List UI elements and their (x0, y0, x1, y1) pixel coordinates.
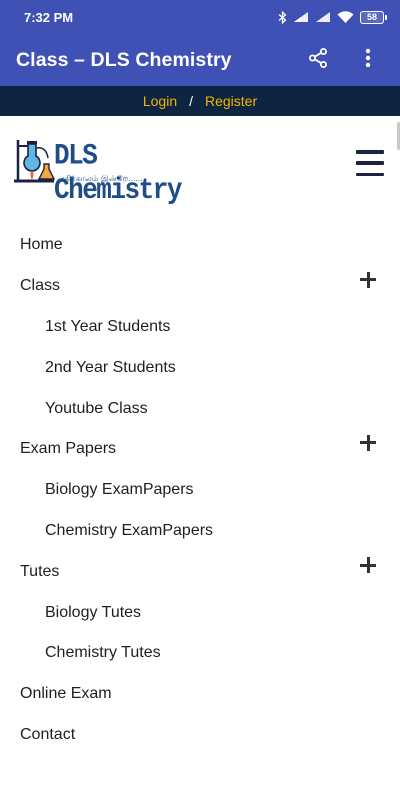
site-header: DLS Chemistry எதிர்காலம் இன்றே...... (0, 116, 400, 210)
login-link[interactable]: Login (143, 93, 177, 109)
more-options-button[interactable] (352, 40, 384, 80)
menu-item-contact[interactable]: Contact (0, 715, 400, 756)
logo-tagline: எதிர்காலம் இன்றே...... (58, 174, 143, 183)
share-button[interactable] (302, 40, 334, 80)
menu-item-label: 2nd Year Students (45, 358, 176, 376)
share-icon (307, 47, 329, 74)
menu-item-home[interactable]: Home (0, 225, 400, 266)
menu-bar (356, 150, 384, 154)
more-vert-icon (365, 48, 371, 73)
status-icons: 58 (278, 10, 387, 24)
plus-icon[interactable] (358, 433, 378, 453)
menu-item-online-exam[interactable]: Online Exam (0, 674, 400, 715)
menu-item-chemistry-tutes[interactable]: Chemistry Tutes (0, 633, 400, 674)
app-title: Class – DLS Chemistry (16, 48, 232, 71)
menu-item-biology-exampapers[interactable]: Biology ExamPapers (0, 470, 400, 511)
menu-item-label: Biology Tutes (45, 603, 142, 621)
menu-item-label: Contact (20, 725, 76, 743)
auth-separator: / (189, 93, 193, 109)
auth-strip: Login / Register (0, 86, 400, 116)
menu-item-class[interactable]: Class (0, 266, 400, 307)
menu-item-exam-papers[interactable]: Exam Papers (0, 429, 400, 470)
menu-item-label: Class (20, 277, 61, 295)
menu-item-label: Tutes (20, 562, 60, 580)
menu-bar (356, 161, 384, 165)
plus-icon[interactable] (358, 270, 378, 290)
menu-item-chemistry-exampapers[interactable]: Chemistry ExamPapers (0, 511, 400, 552)
app-actions (302, 40, 384, 80)
menu-item-label: 1st Year Students (45, 317, 171, 335)
site-logo[interactable]: DLS Chemistry எதிர்காலம் இன்றே...... (14, 136, 200, 207)
plus-icon[interactable] (358, 555, 378, 575)
menu-item-youtube-class[interactable]: Youtube Class (0, 388, 400, 429)
menu-icon[interactable] (356, 150, 384, 176)
battery-icon: 58 (360, 10, 387, 24)
menu-item-2nd-year-students[interactable]: 2nd Year Students (0, 347, 400, 388)
menu-item-label: Youtube Class (45, 399, 148, 417)
bluetooth-icon (278, 10, 287, 24)
menu-item-tutes[interactable]: Tutes (0, 551, 400, 592)
app-bar: Class – DLS Chemistry (0, 34, 400, 86)
menu-item-label: Exam Papers (20, 440, 117, 458)
status-time: 7:32 PM (24, 9, 74, 25)
menu-item-label: Chemistry Tutes (45, 644, 161, 662)
nav-menu: Home Class 1st Year Students 2nd Year St… (0, 225, 400, 755)
menu-item-label: Home (20, 236, 63, 254)
status-bar: 7:32 PM 58 (0, 0, 400, 34)
menu-bar (356, 172, 384, 176)
wifi-icon (337, 10, 354, 24)
menu-item-label: Biology ExamPapers (45, 481, 194, 499)
menu-item-1st-year-students[interactable]: 1st Year Students (0, 307, 400, 348)
signal-icon (315, 11, 331, 23)
lab-flask-icon (14, 140, 56, 183)
menu-item-label: Chemistry ExamPapers (45, 521, 214, 539)
menu-item-label: Online Exam (20, 685, 112, 703)
logo-title: DLS Chemistry (54, 138, 182, 207)
register-link[interactable]: Register (205, 93, 257, 109)
menu-item-biology-tutes[interactable]: Biology Tutes (0, 592, 400, 633)
signal-icon (293, 11, 309, 23)
